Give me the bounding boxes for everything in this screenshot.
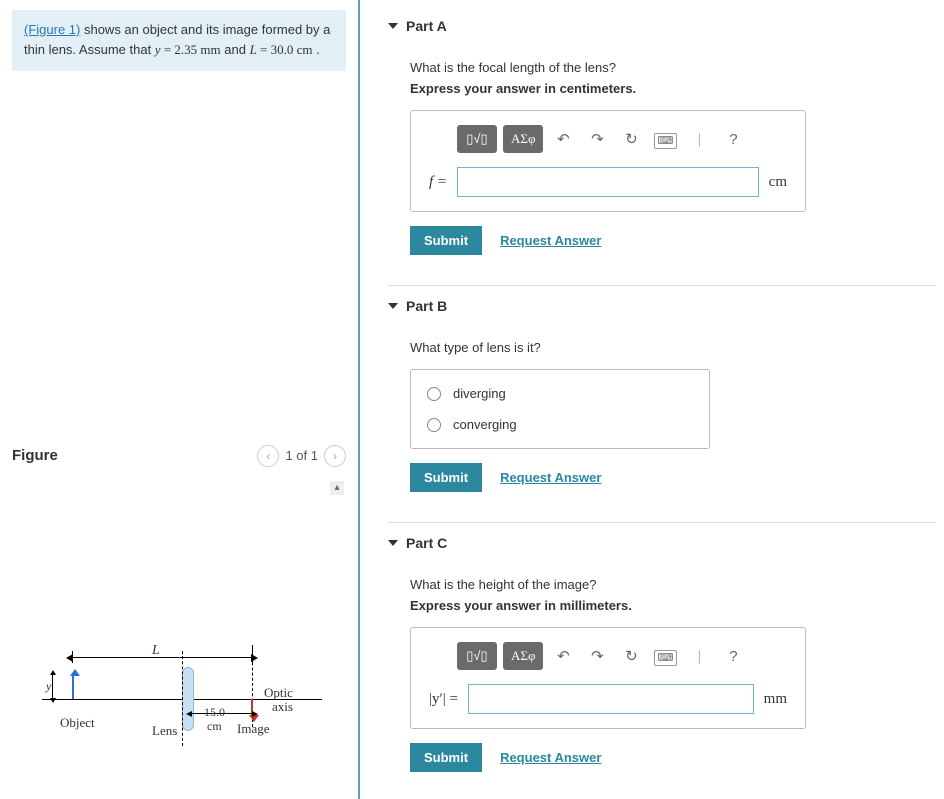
figure-link[interactable]: (Figure 1) [24, 22, 80, 37]
fraction-tool-button[interactable]: ▯√▯ [457, 642, 497, 670]
greek-tool-button[interactable]: ΑΣφ [503, 125, 543, 153]
part-c-prompt: What is the height of the image? [410, 577, 936, 592]
keyboard-icon[interactable]: ⌨ [654, 133, 678, 149]
part-c-variable: |y′| = [429, 691, 458, 708]
collapse-icon[interactable] [388, 23, 398, 29]
separator-icon: | [685, 131, 713, 148]
greek-tool-button[interactable]: ΑΣφ [503, 642, 543, 670]
part-b-options: diverging converging [410, 369, 710, 449]
problem-statement: (Figure 1) shows an object and its image… [12, 10, 346, 71]
redo-icon[interactable]: ↷ [583, 130, 611, 148]
collapse-icon[interactable] [388, 303, 398, 309]
part-a-variable: f = [429, 174, 447, 191]
part-a-header: Part A [406, 18, 447, 34]
part-c-input[interactable] [468, 684, 754, 714]
option-converging[interactable]: converging [411, 409, 709, 440]
reset-icon[interactable]: ↻ [617, 647, 645, 665]
undo-icon[interactable]: ↶ [549, 647, 577, 665]
undo-icon[interactable]: ↶ [549, 130, 577, 148]
part-b-prompt: What type of lens is it? [410, 340, 936, 355]
figure-prev-button[interactable]: ‹ [257, 445, 279, 467]
part-b-submit-button[interactable]: Submit [410, 463, 482, 492]
part-b-header: Part B [406, 298, 447, 314]
separator-icon: | [685, 648, 713, 665]
scroll-up-icon[interactable]: ▴ [330, 481, 344, 495]
part-a-input[interactable] [457, 167, 759, 197]
part-c-instruction: Express your answer in millimeters. [410, 598, 936, 613]
collapse-icon[interactable] [388, 540, 398, 546]
part-c-submit-button[interactable]: Submit [410, 743, 482, 772]
figure-pager-text: 1 of 1 [285, 448, 318, 463]
redo-icon[interactable]: ↷ [583, 647, 611, 665]
part-b-request-answer-link[interactable]: Request Answer [500, 470, 601, 485]
figure-next-button[interactable]: › [324, 445, 346, 467]
help-icon[interactable]: ? [719, 648, 747, 665]
fraction-tool-button[interactable]: ▯√▯ [457, 125, 497, 153]
reset-icon[interactable]: ↻ [617, 130, 645, 148]
part-a-request-answer-link[interactable]: Request Answer [500, 233, 601, 248]
part-a-unit: cm [769, 174, 787, 191]
figure-viewport: ▴ y L 15.0 cm Object Lens Image [12, 481, 346, 799]
part-c-header: Part C [406, 535, 447, 551]
radio-icon[interactable] [427, 387, 441, 401]
keyboard-icon[interactable]: ⌨ [654, 650, 678, 666]
part-a-answer-box: ▯√▯ ΑΣφ ↶ ↷ ↻ ⌨ | ? f = cm [410, 110, 806, 212]
figure-title: Figure [12, 447, 58, 464]
radio-icon[interactable] [427, 418, 441, 432]
part-a-instruction: Express your answer in centimeters. [410, 81, 936, 96]
help-icon[interactable]: ? [719, 131, 747, 148]
figure-diagram: y L 15.0 cm Object Lens Image Optic axis [42, 629, 322, 769]
part-c-unit: mm [764, 691, 787, 708]
option-diverging[interactable]: diverging [411, 378, 709, 409]
part-a-submit-button[interactable]: Submit [410, 226, 482, 255]
part-c-request-answer-link[interactable]: Request Answer [500, 750, 601, 765]
part-c-answer-box: ▯√▯ ΑΣφ ↶ ↷ ↻ ⌨ | ? |y′| = mm [410, 627, 806, 729]
part-a-prompt: What is the focal length of the lens? [410, 60, 936, 75]
